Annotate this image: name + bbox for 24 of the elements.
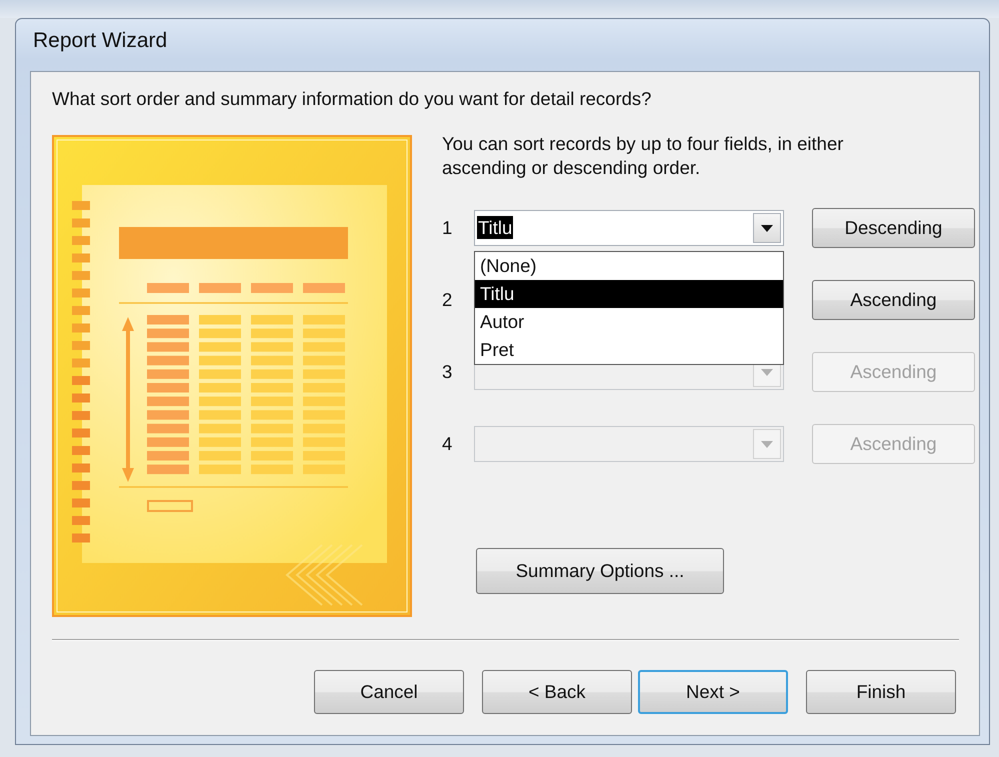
sort-order-button[interactable]: Descending: [812, 208, 975, 248]
field-value: Titlu: [477, 216, 514, 239]
wizard-button[interactable]: < Back: [482, 670, 632, 714]
sort-field-dropdown[interactable]: Titlu: [474, 210, 784, 246]
wizard-button[interactable]: Cancel: [314, 670, 464, 714]
question-text: What sort order and summary information do you want for detail records?: [52, 88, 652, 110]
sort-number: 1: [442, 217, 452, 239]
dropdown-option[interactable]: Autor: [475, 308, 783, 336]
window-title: Report Wizard: [32, 28, 168, 54]
dropdown-arrow-button[interactable]: [753, 213, 781, 243]
caret-icon: [761, 224, 773, 232]
caret-icon: [761, 368, 773, 376]
caret-icon: [761, 440, 773, 448]
dropdown-option[interactable]: (None): [475, 252, 783, 280]
dropdown-option[interactable]: Pret: [475, 336, 783, 364]
dropdown-option[interactable]: Titlu: [475, 280, 783, 308]
sort-order-button[interactable]: Ascending: [812, 280, 975, 320]
sort-number: 2: [442, 289, 452, 311]
sort-number: 3: [442, 361, 452, 383]
sort-number: 4: [442, 433, 452, 455]
wizard-button[interactable]: Finish: [806, 670, 956, 714]
description-text: You can sort records by up to four fields, in either ascending or descending order.: [442, 132, 844, 180]
summary-options-button[interactable]: Summary Options ...: [476, 548, 724, 594]
wizard-button[interactable]: Next >: [638, 670, 788, 714]
